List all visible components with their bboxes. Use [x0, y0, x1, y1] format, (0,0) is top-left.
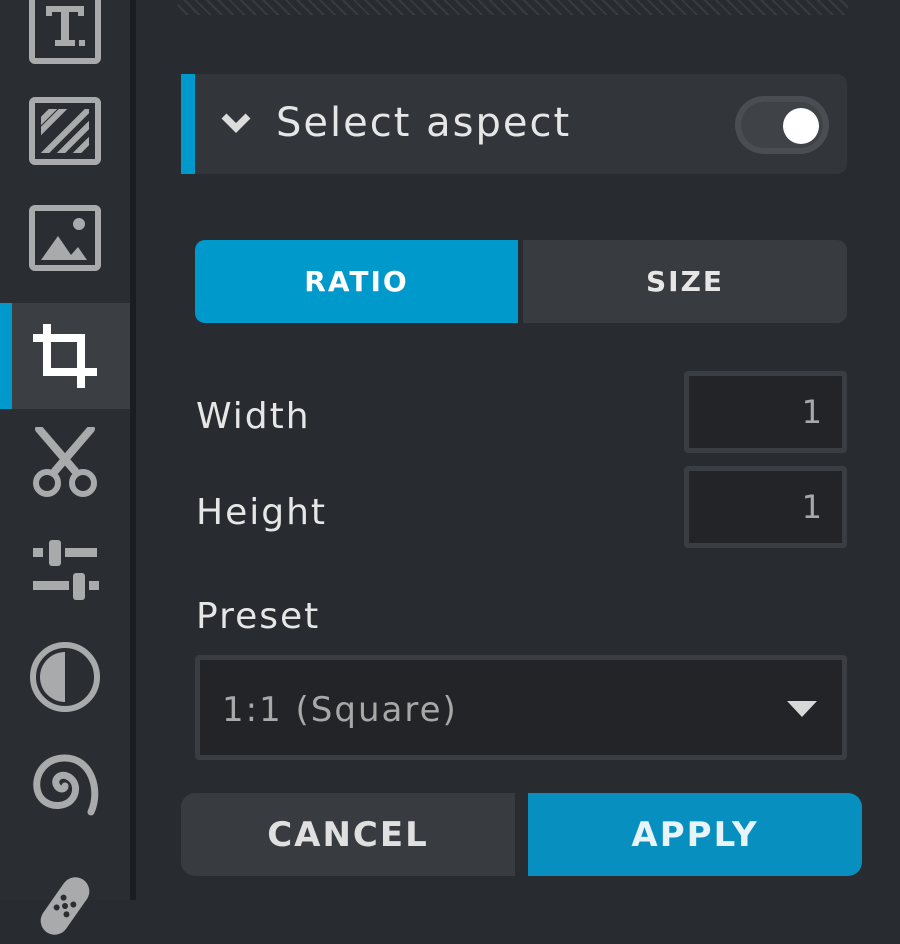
sidebar-item-adjust[interactable]	[0, 517, 130, 623]
scroll-edge-hatch	[178, 0, 848, 15]
sliders-icon	[33, 540, 99, 600]
swirl-icon	[33, 754, 99, 816]
image-icon	[29, 205, 101, 271]
contrast-icon	[30, 642, 100, 712]
texture-icon	[29, 97, 101, 165]
crop-icon	[33, 324, 97, 388]
toggle-knob	[783, 108, 819, 144]
tab-ratio[interactable]: RATIO	[195, 240, 518, 323]
sidebar-item-crop[interactable]	[0, 303, 130, 409]
active-indicator	[0, 303, 12, 409]
header-accent-bar	[181, 74, 195, 174]
cancel-button[interactable]: CANCEL	[181, 793, 515, 876]
section-title: Select aspect	[276, 100, 572, 146]
height-label: Height	[196, 492, 328, 533]
sidebar-item-swirl[interactable]	[0, 731, 130, 837]
preset-label: Preset	[196, 596, 321, 637]
apply-button[interactable]: APPLY	[528, 793, 862, 876]
width-label: Width	[196, 396, 311, 437]
sidebar-item-text[interactable]	[0, 0, 130, 81]
tool-sidebar	[0, 0, 130, 935]
caret-down-icon	[787, 701, 817, 717]
text-icon	[29, 0, 101, 64]
preset-selected-value: 1:1 (Square)	[222, 690, 458, 730]
preset-select[interactable]: 1:1 (Square)	[195, 655, 847, 760]
chevron-down-icon[interactable]	[221, 112, 251, 134]
sidebar-item-image[interactable]	[0, 185, 130, 291]
bandage-icon	[40, 877, 90, 935]
height-input[interactable]: 1	[684, 466, 847, 548]
select-aspect-header[interactable]: Select aspect	[181, 74, 847, 174]
sidebar-item-heal[interactable]	[0, 838, 130, 944]
sidebar-item-texture[interactable]	[0, 78, 130, 184]
scissors-icon	[33, 427, 97, 497]
sidebar-item-contrast[interactable]	[0, 624, 130, 730]
sidebar-divider	[130, 0, 136, 900]
tab-size[interactable]: SIZE	[523, 240, 847, 323]
width-input[interactable]: 1	[684, 371, 847, 453]
sidebar-item-cut[interactable]	[0, 410, 130, 516]
aspect-toggle[interactable]	[735, 96, 829, 154]
